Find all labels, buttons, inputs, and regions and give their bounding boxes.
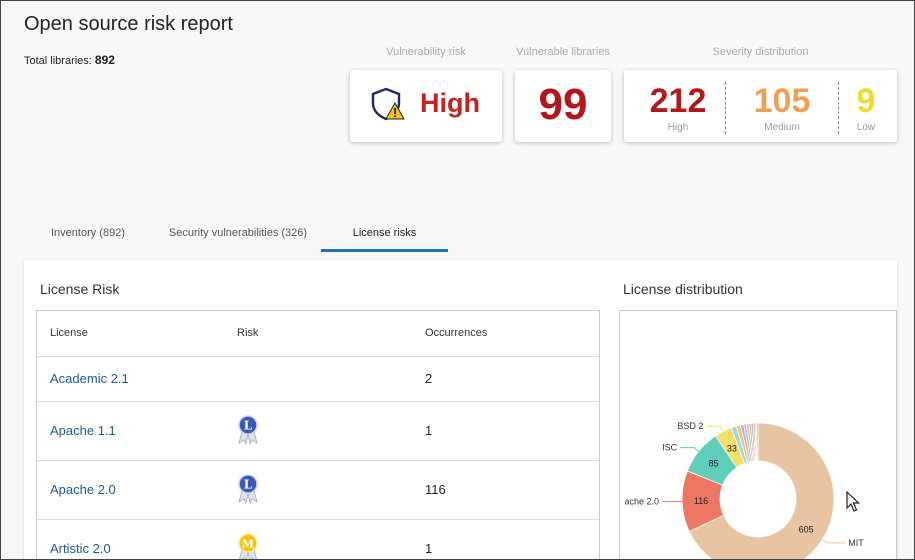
occurrences-value: 1 (425, 423, 433, 438)
severity-medium-label: Medium (764, 122, 800, 133)
severity-distribution-card: 212 High 105 Medium 9 Low (624, 70, 897, 142)
severity-divider (725, 82, 726, 134)
severity-high: 212 High (634, 70, 722, 142)
badge-letter: M (242, 538, 254, 551)
license-risks-panel: License Risk License distribution Licens… (24, 260, 897, 559)
low-risk-badge-icon: L (235, 474, 261, 505)
severity-high-value: 212 (649, 82, 707, 120)
slice-value-label: 85 (709, 458, 719, 468)
column-license[interactable]: License (50, 327, 88, 339)
table-header: License Risk Occurrences (37, 311, 599, 357)
badge-letter: L (244, 419, 253, 433)
license-distribution-chart: 605 MIT 116 ache 2.0 85 ISC 33 BSD 2 (619, 310, 897, 559)
severity-divider (838, 82, 839, 134)
severity-medium: 105 Medium (738, 70, 826, 142)
severity-medium-value: 105 (753, 82, 811, 120)
tab-inventory[interactable]: Inventory (892) (31, 216, 145, 252)
license-link[interactable]: Apache 2.0 (50, 482, 116, 497)
report-window: Open source risk report Total libraries:… (0, 0, 915, 560)
license-risk-title: License Risk (40, 281, 120, 297)
occurrences-value: 2 (425, 371, 433, 386)
table-row[interactable]: Artistic 2.0 M 1 (37, 520, 599, 559)
total-libraries: Total libraries: 892 (24, 53, 115, 67)
mouse-cursor-icon (846, 490, 860, 518)
severity-high-label: High (667, 122, 689, 133)
severity-distribution-label: Severity distribution (712, 46, 809, 58)
slice-name-label: MIT (848, 538, 864, 548)
low-risk-badge-icon: L (235, 415, 261, 446)
license-distribution-title: License distribution (623, 281, 743, 297)
tab-security-vulnerabilities[interactable]: Security vulnerabilities (326) (155, 216, 321, 252)
slice-leader-line (706, 425, 724, 432)
vulnerability-risk-card: High (350, 70, 502, 142)
page-title: Open source risk report (24, 13, 233, 35)
column-occurrences[interactable]: Occurrences (425, 327, 487, 339)
table-row[interactable]: Apache 2.0 L 116 (37, 461, 599, 520)
total-libraries-value: 892 (94, 53, 115, 67)
license-link[interactable]: Academic 2.1 (50, 371, 129, 386)
donut-chart: 605 MIT 116 ache 2.0 85 ISC 33 BSD 2 (625, 421, 864, 559)
license-link[interactable]: Artistic 2.0 (50, 541, 111, 556)
total-libraries-label: Total libraries: (24, 55, 92, 67)
license-risk-table: License Risk Occurrences Academic 2.1 2 … (36, 310, 600, 559)
slice-leader-line (821, 539, 846, 544)
slice-name-label: ache 2.0 (625, 497, 660, 507)
slice-value-label: 605 (799, 525, 814, 535)
slice-value-label: 116 (694, 496, 708, 506)
slice-value-label: 33 (727, 443, 737, 453)
occurrences-value: 1 (425, 541, 433, 556)
table-row[interactable]: Apache 1.1 L 1 (37, 402, 599, 461)
vulnerability-risk-label: Vulnerability risk (386, 46, 466, 58)
severity-low-value: 9 (856, 82, 876, 120)
vulnerability-risk-value: High (420, 88, 480, 118)
shield-warning-icon (370, 86, 406, 127)
slice-name-label: ISC (662, 443, 678, 453)
slice-leader-line (680, 447, 700, 452)
occurrences-value: 116 (425, 482, 446, 497)
vulnerable-libraries-card: 99 (515, 70, 611, 142)
medium-risk-badge-icon: M (235, 533, 261, 559)
vulnerable-libraries-value: 99 (538, 80, 588, 129)
license-link[interactable]: Apache 1.1 (50, 423, 116, 438)
column-risk[interactable]: Risk (237, 327, 258, 339)
tab-license-risks[interactable]: License risks (321, 216, 448, 252)
slice-name-label: BSD 2 (677, 421, 703, 431)
vulnerable-libraries-label: Vulnerable libraries (516, 46, 610, 58)
badge-letter: L (244, 478, 253, 492)
table-row[interactable]: Academic 2.1 2 (37, 357, 599, 402)
severity-low: 9 Low (844, 70, 888, 142)
severity-low-label: Low (856, 122, 876, 133)
